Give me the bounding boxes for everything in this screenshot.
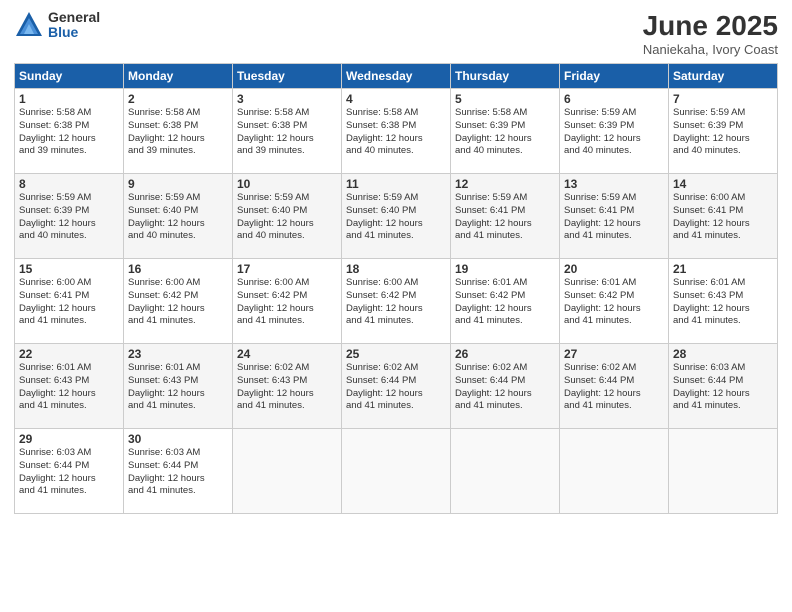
day-2: 2 Sunrise: 5:58 AMSunset: 6:38 PMDayligh…	[124, 89, 233, 174]
day-11: 11 Sunrise: 5:59 AMSunset: 6:40 PMDaylig…	[342, 174, 451, 259]
day-13: 13 Sunrise: 5:59 AMSunset: 6:41 PMDaylig…	[560, 174, 669, 259]
day-21: 21 Sunrise: 6:01 AMSunset: 6:43 PMDaylig…	[669, 259, 778, 344]
header-tuesday: Tuesday	[233, 64, 342, 89]
header-sunday: Sunday	[15, 64, 124, 89]
day-9: 9 Sunrise: 5:59 AMSunset: 6:40 PMDayligh…	[124, 174, 233, 259]
header-thursday: Thursday	[451, 64, 560, 89]
day-25: 25 Sunrise: 6:02 AMSunset: 6:44 PMDaylig…	[342, 344, 451, 429]
day-14: 14 Sunrise: 6:00 AMSunset: 6:41 PMDaylig…	[669, 174, 778, 259]
header-monday: Monday	[124, 64, 233, 89]
day-7: 7 Sunrise: 5:59 AMSunset: 6:39 PMDayligh…	[669, 89, 778, 174]
empty-cell-2	[342, 429, 451, 514]
day-20: 20 Sunrise: 6:01 AMSunset: 6:42 PMDaylig…	[560, 259, 669, 344]
week-row-3: 15 Sunrise: 6:00 AMSunset: 6:41 PMDaylig…	[15, 259, 778, 344]
logo-general-text: General	[48, 10, 100, 25]
day-15: 15 Sunrise: 6:00 AMSunset: 6:41 PMDaylig…	[15, 259, 124, 344]
day-16: 16 Sunrise: 6:00 AMSunset: 6:42 PMDaylig…	[124, 259, 233, 344]
day-19: 19 Sunrise: 6:01 AMSunset: 6:42 PMDaylig…	[451, 259, 560, 344]
month-title: June 2025	[643, 10, 778, 42]
day-8: 8 Sunrise: 5:59 AMSunset: 6:39 PMDayligh…	[15, 174, 124, 259]
day-5: 5 Sunrise: 5:58 AMSunset: 6:39 PMDayligh…	[451, 89, 560, 174]
week-row-5: 29 Sunrise: 6:03 AMSunset: 6:44 PMDaylig…	[15, 429, 778, 514]
week-row-2: 8 Sunrise: 5:59 AMSunset: 6:39 PMDayligh…	[15, 174, 778, 259]
day-3: 3 Sunrise: 5:58 AMSunset: 6:38 PMDayligh…	[233, 89, 342, 174]
day-27: 27 Sunrise: 6:02 AMSunset: 6:44 PMDaylig…	[560, 344, 669, 429]
day-24: 24 Sunrise: 6:02 AMSunset: 6:43 PMDaylig…	[233, 344, 342, 429]
week-row-1: 1 Sunrise: 5:58 AMSunset: 6:38 PMDayligh…	[15, 89, 778, 174]
day-1: 1 Sunrise: 5:58 AMSunset: 6:38 PMDayligh…	[15, 89, 124, 174]
logo-blue-text: Blue	[48, 25, 100, 40]
day-22: 22 Sunrise: 6:01 AMSunset: 6:43 PMDaylig…	[15, 344, 124, 429]
day-18: 18 Sunrise: 6:00 AMSunset: 6:42 PMDaylig…	[342, 259, 451, 344]
empty-cell-1	[233, 429, 342, 514]
page: General Blue June 2025 Naniekaha, Ivory …	[0, 0, 792, 612]
empty-cell-5	[669, 429, 778, 514]
day-17: 17 Sunrise: 6:00 AMSunset: 6:42 PMDaylig…	[233, 259, 342, 344]
empty-cell-3	[451, 429, 560, 514]
title-block: June 2025 Naniekaha, Ivory Coast	[643, 10, 778, 57]
day-23: 23 Sunrise: 6:01 AMSunset: 6:43 PMDaylig…	[124, 344, 233, 429]
day-12: 12 Sunrise: 5:59 AMSunset: 6:41 PMDaylig…	[451, 174, 560, 259]
empty-cell-4	[560, 429, 669, 514]
day-29: 29 Sunrise: 6:03 AMSunset: 6:44 PMDaylig…	[15, 429, 124, 514]
day-10: 10 Sunrise: 5:59 AMSunset: 6:40 PMDaylig…	[233, 174, 342, 259]
day-6: 6 Sunrise: 5:59 AMSunset: 6:39 PMDayligh…	[560, 89, 669, 174]
logo-icon	[14, 10, 44, 40]
day-26: 26 Sunrise: 6:02 AMSunset: 6:44 PMDaylig…	[451, 344, 560, 429]
week-row-4: 22 Sunrise: 6:01 AMSunset: 6:43 PMDaylig…	[15, 344, 778, 429]
logo-text: General Blue	[48, 10, 100, 41]
logo: General Blue	[14, 10, 100, 41]
header-friday: Friday	[560, 64, 669, 89]
day-30: 30 Sunrise: 6:03 AMSunset: 6:44 PMDaylig…	[124, 429, 233, 514]
header-wednesday: Wednesday	[342, 64, 451, 89]
header-row: Sunday Monday Tuesday Wednesday Thursday…	[15, 64, 778, 89]
header: General Blue June 2025 Naniekaha, Ivory …	[14, 10, 778, 57]
calendar-table: Sunday Monday Tuesday Wednesday Thursday…	[14, 63, 778, 514]
day-28: 28 Sunrise: 6:03 AMSunset: 6:44 PMDaylig…	[669, 344, 778, 429]
day-4: 4 Sunrise: 5:58 AMSunset: 6:38 PMDayligh…	[342, 89, 451, 174]
header-saturday: Saturday	[669, 64, 778, 89]
location-subtitle: Naniekaha, Ivory Coast	[643, 42, 778, 57]
